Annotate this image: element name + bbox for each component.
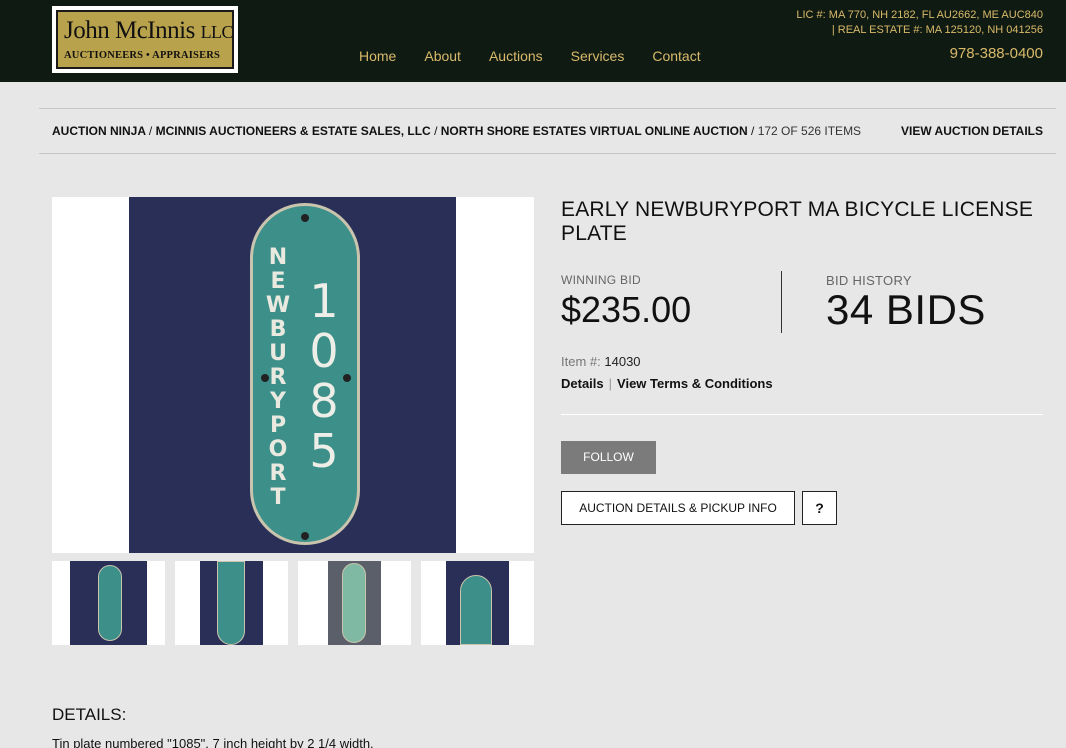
thumbnail-photo (446, 561, 509, 645)
plate-letter: U (269, 341, 287, 366)
site-header: John McInnis LLC AUCTIONEERS • APPRAISER… (0, 0, 1066, 82)
auction-details-pickup-button[interactable]: AUCTION DETAILS & PICKUP INFO (561, 491, 795, 525)
plate-letter: W (265, 293, 291, 318)
item-links: Details | View Terms & Conditions (561, 376, 773, 391)
phone-number[interactable]: 978-388-0400 (950, 45, 1043, 62)
nav-services[interactable]: Services (571, 48, 625, 64)
plate-letter: Y (270, 389, 286, 414)
photo-thumbnails (52, 561, 534, 645)
details-heading: DETAILS: (52, 705, 127, 724)
link-separator: | (608, 376, 613, 391)
plate-digit: 8 (309, 374, 339, 428)
follow-button[interactable]: FOLLOW (561, 441, 656, 474)
plate-letter: P (269, 413, 287, 438)
nav-contact[interactable]: Contact (652, 48, 700, 64)
view-auction-details-link[interactable]: VIEW AUCTION DETAILS (901, 124, 1043, 138)
plate-letter: T (270, 485, 286, 510)
winning-bid-label: WINNING BID (561, 273, 641, 287)
section-divider (561, 414, 1043, 415)
rivet-hole (301, 532, 309, 540)
item-number: Item #: 14030 (561, 354, 641, 369)
breadcrumb-auction[interactable]: NORTH SHORE ESTATES VIRTUAL ONLINE AUCTI… (441, 124, 748, 138)
winning-bid-amount: $235.00 (561, 289, 692, 330)
help-button[interactable]: ? (802, 491, 837, 525)
thumbnail-photo (200, 561, 263, 645)
details-link[interactable]: Details (561, 376, 604, 391)
thumbnail-3[interactable] (298, 561, 411, 645)
breadcrumb-trail: AUCTION NINJA / MCINNIS AUCTIONEERS & ES… (52, 124, 862, 138)
logo-plaque: John McInnis LLC AUCTIONEERS • APPRAISER… (56, 10, 234, 69)
plate-letter: R (269, 365, 287, 390)
item-count: 172 OF 526 ITEMS (757, 124, 862, 138)
plate-letter: R (269, 461, 287, 486)
real-estate-license: | REAL ESTATE #: MA 125120, NH 041256 (831, 24, 1043, 36)
thumbnail-plate (460, 575, 492, 645)
bid-divider (781, 271, 782, 333)
terms-link[interactable]: View Terms & Conditions (617, 376, 773, 391)
photo-backdrop: NEWBURYPORT 1085 (129, 197, 456, 553)
logo-tagline: AUCTIONEERS • APPRAISERS (64, 50, 221, 61)
logo-name: John McInnis LLC (64, 17, 234, 44)
nav-home[interactable]: Home (359, 48, 396, 64)
thumbnail-2[interactable] (175, 561, 288, 645)
breadcrumb-auction-ninja[interactable]: AUCTION NINJA (52, 124, 146, 138)
thumbnail-plate (217, 561, 245, 645)
plate-digit: 0 (309, 324, 339, 378)
details-text: Tin plate numbered "1085". 7 inch height… (52, 736, 374, 748)
breadcrumb-mcinnis[interactable]: MCINNIS AUCTIONEERS & ESTATE SALES, LLC (156, 124, 431, 138)
thumbnail-photo (328, 561, 381, 645)
thumbnail-photo (70, 561, 147, 645)
rivet-hole (301, 214, 309, 222)
breadcrumb: AUCTION NINJA / MCINNIS AUCTIONEERS & ES… (39, 108, 1056, 154)
plate-letter: E (270, 269, 286, 294)
thumbnail-plate (98, 565, 122, 641)
main-nav: Home About Auctions Services Contact (359, 48, 729, 64)
plate-digit: 5 (309, 424, 339, 478)
plate-city-text: NEWBURYPORT (263, 246, 293, 510)
bid-count-link[interactable]: 34 BIDS (826, 286, 986, 334)
item-title: EARLY NEWBURYPORT MA BICYCLE LICENSE PLA… (561, 198, 1034, 245)
main-item-photo[interactable]: NEWBURYPORT 1085 (52, 197, 534, 553)
thumbnail-1[interactable] (52, 561, 165, 645)
license-plate-image: NEWBURYPORT 1085 (250, 203, 360, 545)
company-logo[interactable]: John McInnis LLC AUCTIONEERS • APPRAISER… (52, 6, 238, 73)
license-info: LIC #: MA 770, NH 2182, FL AU2662, ME AU… (796, 9, 1043, 21)
plate-digit: 1 (309, 274, 339, 328)
plate-letter: B (269, 317, 287, 342)
plate-letter: N (268, 245, 288, 270)
nav-auctions[interactable]: Auctions (489, 48, 543, 64)
thumbnail-plate (342, 563, 366, 643)
thumbnail-4[interactable] (421, 561, 534, 645)
plate-number-text: 1085 (299, 276, 349, 476)
nav-about[interactable]: About (424, 48, 461, 64)
plate-letter: O (268, 437, 288, 462)
